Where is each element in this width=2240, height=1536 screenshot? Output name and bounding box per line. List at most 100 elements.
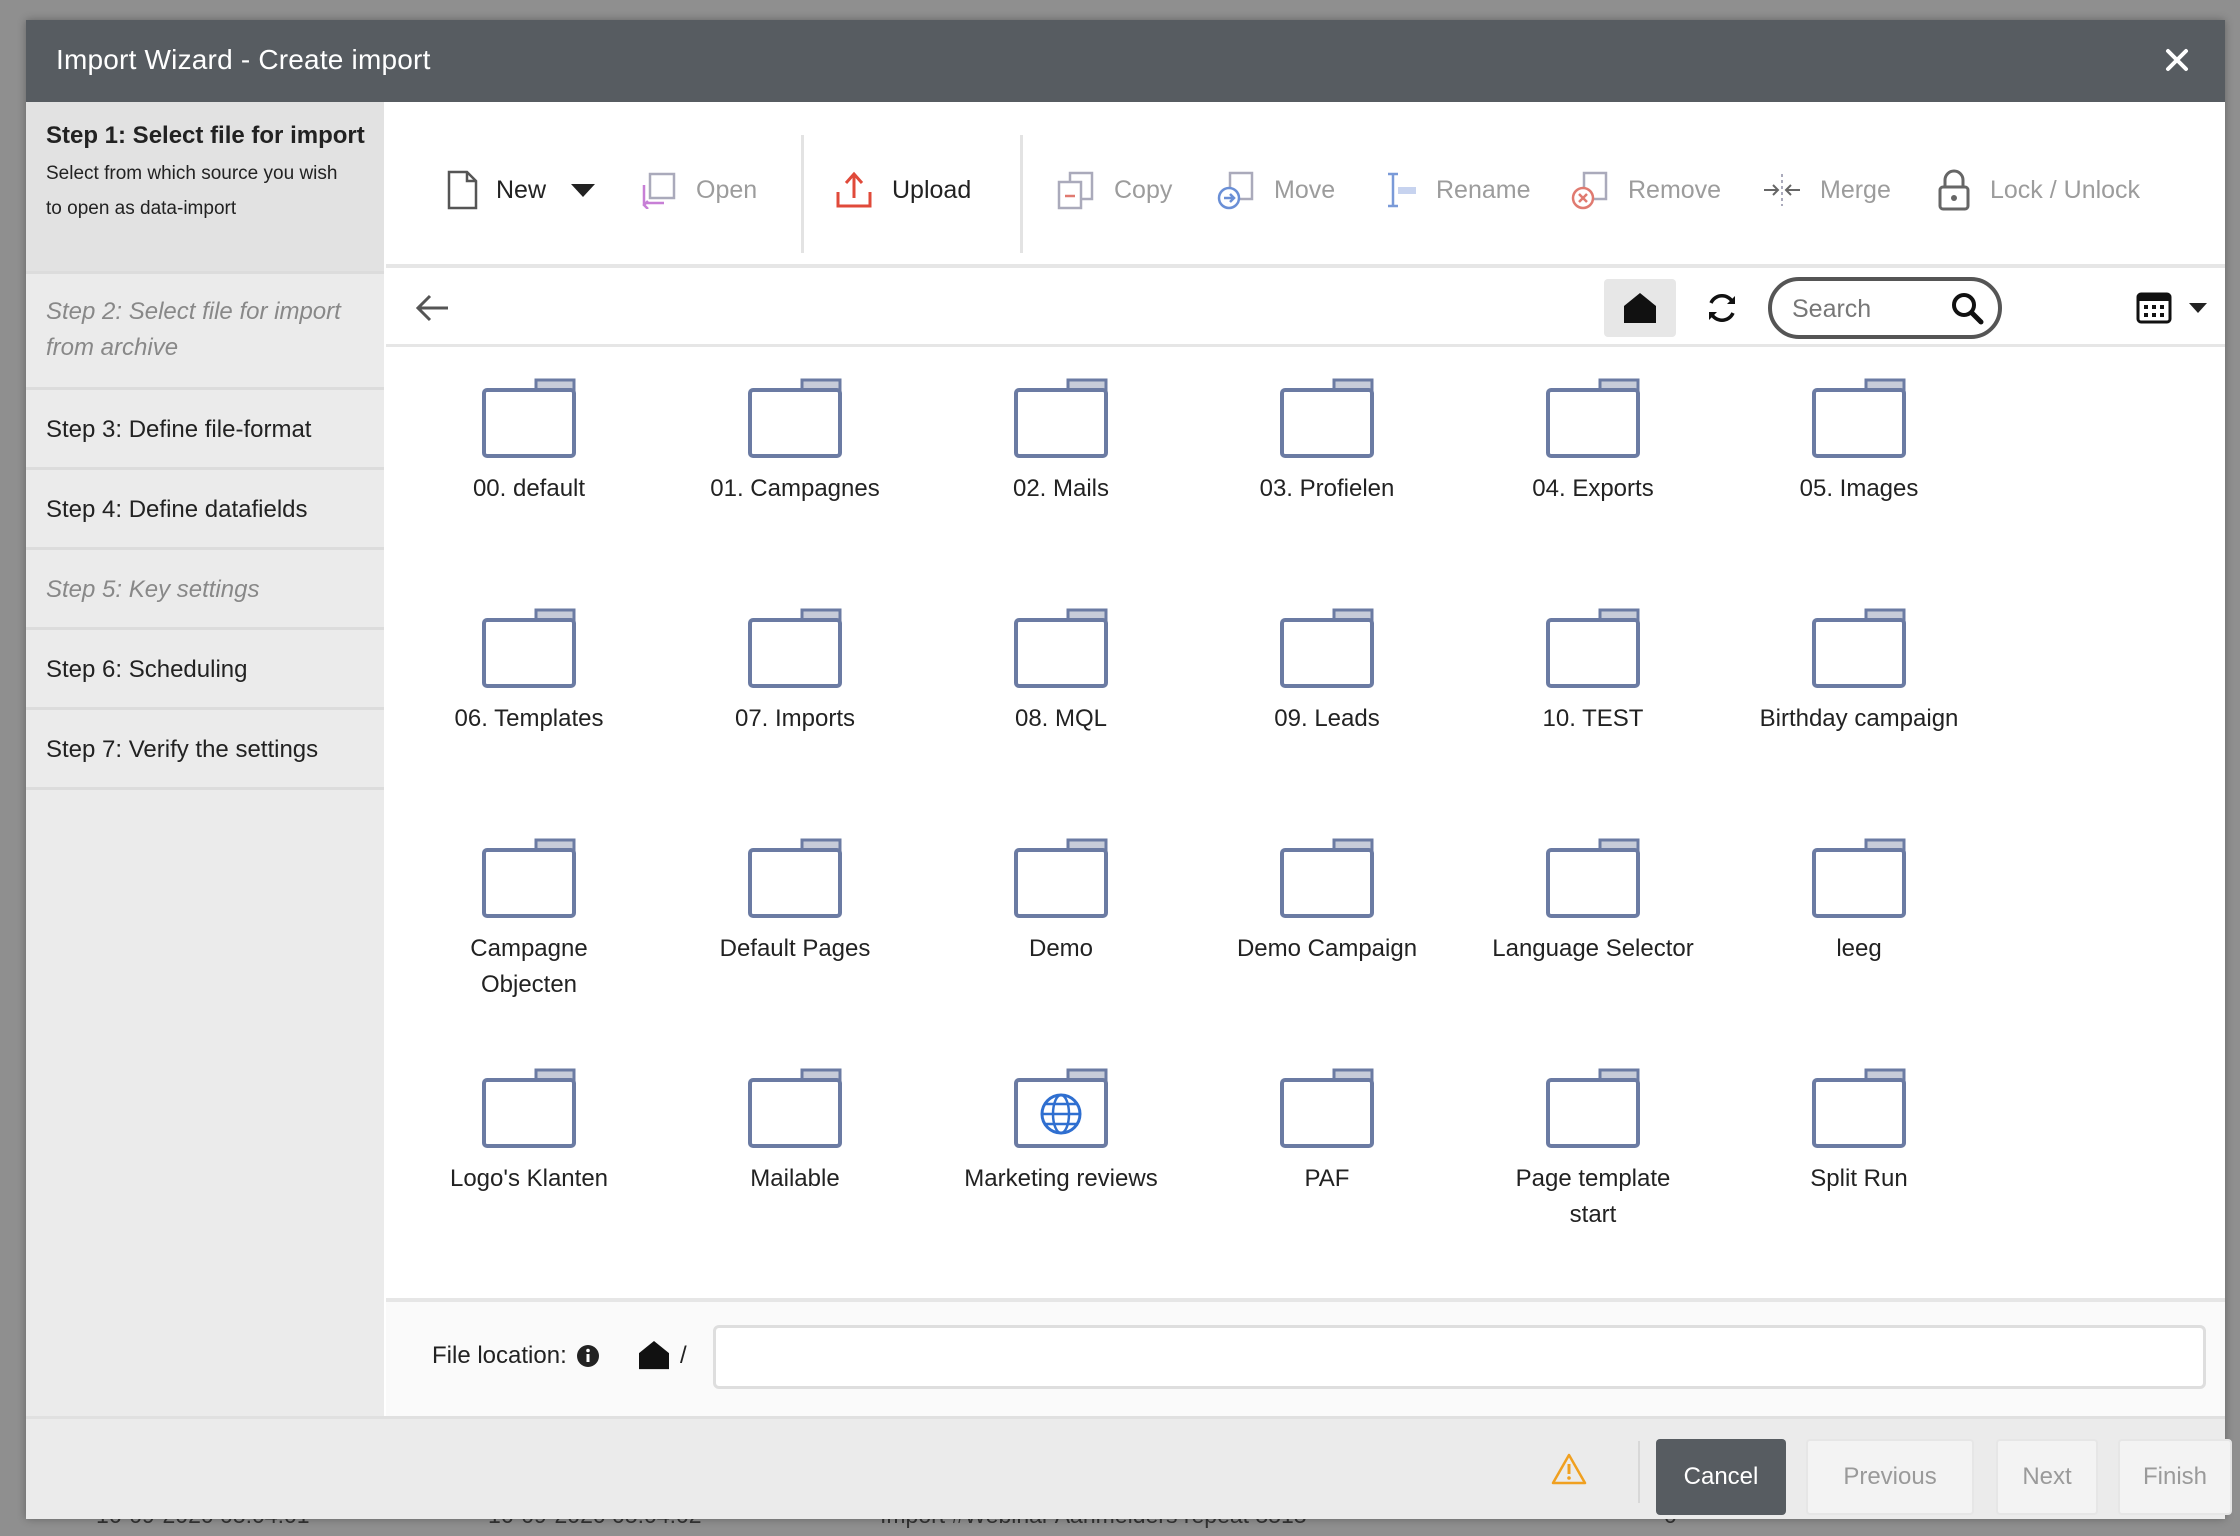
folder-icon bbox=[1280, 378, 1374, 458]
folder-icon bbox=[1014, 378, 1108, 458]
folder-name: Demo bbox=[1028, 935, 1094, 962]
wizard-steps-sidebar: Step 1: Select file for import Select fr… bbox=[26, 102, 384, 1416]
lock-unlock-button[interactable]: Lock / Unlock bbox=[1936, 169, 2140, 211]
folder-item[interactable]: Demo Campaign bbox=[1194, 837, 1460, 967]
home-icon bbox=[1624, 293, 1656, 323]
folder-name: 03. Profielen bbox=[1259, 475, 1395, 502]
folder-item[interactable]: 07. Imports bbox=[662, 607, 928, 737]
rename-button[interactable]: Rename bbox=[1378, 170, 1531, 210]
folder-item[interactable]: Demo bbox=[928, 837, 1194, 967]
folder-name: leeg bbox=[1836, 935, 1882, 962]
folder-icon bbox=[748, 1068, 842, 1148]
refresh-icon bbox=[1709, 294, 1735, 322]
folder-name: Campagne bbox=[470, 935, 588, 962]
file-browser: New Open Upload Copy Move Rename Remove … bbox=[386, 102, 2225, 1416]
globe-folder-icon bbox=[1014, 1068, 1108, 1148]
home-icon[interactable] bbox=[638, 1340, 670, 1370]
move-button[interactable]: Move bbox=[1216, 170, 1335, 210]
folder-item[interactable]: PAF bbox=[1194, 1067, 1460, 1197]
step-3[interactable]: Step 3: Define file-format bbox=[26, 390, 384, 470]
folder-name: PAF bbox=[1304, 1165, 1350, 1192]
toolbar-divider bbox=[801, 135, 804, 253]
remove-button[interactable]: Remove bbox=[1570, 170, 1721, 210]
folder-icon bbox=[1280, 608, 1374, 688]
folder-name: 07. Imports bbox=[734, 705, 856, 732]
toolbar-divider bbox=[1020, 135, 1023, 253]
folder-item[interactable]: 00. default bbox=[396, 377, 662, 507]
next-button[interactable]: Next bbox=[1996, 1439, 2098, 1515]
file-toolbar: New Open Upload Copy Move Rename Remove … bbox=[386, 102, 2225, 268]
finish-button[interactable]: Finish bbox=[2118, 1439, 2232, 1515]
folder-name: 05. Images bbox=[1799, 475, 1919, 502]
copy-icon bbox=[1057, 171, 1094, 210]
folder-item[interactable]: leeg bbox=[1726, 837, 1992, 967]
view-mode-button[interactable] bbox=[2136, 288, 2207, 328]
folder-item[interactable]: Page template start bbox=[1460, 1067, 1726, 1233]
step-4[interactable]: Step 4: Define datafields bbox=[26, 470, 384, 550]
refresh-button[interactable] bbox=[1702, 288, 1742, 328]
folder-item[interactable]: 01. Campagnes bbox=[662, 377, 928, 507]
chevron-down-icon bbox=[571, 184, 596, 197]
folder-icon bbox=[482, 838, 576, 918]
folder-item[interactable]: Marketing reviews bbox=[928, 1067, 1194, 1197]
folder-icon bbox=[1280, 1068, 1374, 1148]
step-6[interactable]: Step 6: Scheduling bbox=[26, 630, 384, 710]
folder-name: Language Selector bbox=[1492, 935, 1694, 962]
folder-icon bbox=[1812, 378, 1906, 458]
folder-name: 01. Campagnes bbox=[710, 475, 880, 502]
search-input[interactable] bbox=[1790, 291, 1964, 327]
file-location-input[interactable] bbox=[713, 1325, 2206, 1389]
folder-icon bbox=[1812, 1068, 1906, 1148]
home-button[interactable] bbox=[1604, 279, 1676, 337]
file-location-label: File location: bbox=[432, 1342, 567, 1369]
search-icon[interactable] bbox=[1950, 291, 1984, 325]
folder-item[interactable]: 04. Exports bbox=[1460, 377, 1726, 507]
folder-item[interactable]: 09. Leads bbox=[1194, 607, 1460, 737]
folder-item[interactable]: 08. MQL bbox=[928, 607, 1194, 737]
folder-name: Default Pages bbox=[719, 935, 871, 962]
lock-icon bbox=[1938, 169, 1970, 211]
folder-item[interactable]: 06. Templates bbox=[396, 607, 662, 737]
folder-item[interactable]: Language Selector bbox=[1460, 837, 1726, 967]
folder-name: 08. MQL bbox=[1014, 705, 1108, 732]
back-button[interactable] bbox=[412, 288, 452, 328]
folder-item[interactable]: 03. Profielen bbox=[1194, 377, 1460, 507]
folder-item[interactable]: 02. Mails bbox=[928, 377, 1194, 507]
folder-name: Logo's Klanten bbox=[449, 1165, 609, 1192]
merge-icon bbox=[1764, 174, 1800, 206]
folder-icon bbox=[1280, 838, 1374, 918]
step-1[interactable]: Step 1: Select file for import Select fr… bbox=[26, 102, 384, 274]
new-button[interactable]: New bbox=[446, 170, 596, 210]
folder-grid: 00. default 01. Campagnes 02. Mails 03. Pro… bbox=[386, 347, 2225, 1297]
previous-button[interactable]: Previous bbox=[1806, 1439, 1974, 1515]
folder-item[interactable]: Mailable bbox=[662, 1067, 928, 1197]
folder-name: 04. Exports bbox=[1532, 475, 1654, 502]
folder-name: Demo Campaign bbox=[1236, 935, 1418, 962]
upload-button[interactable]: Upload bbox=[834, 170, 971, 210]
folder-name: Mailable bbox=[750, 1165, 840, 1192]
copy-button[interactable]: Copy bbox=[1056, 170, 1172, 210]
merge-button[interactable]: Merge bbox=[1762, 170, 1891, 210]
folder-item[interactable]: Campagne Objecten bbox=[396, 837, 662, 1003]
file-location-bar: File location: / bbox=[386, 1298, 2225, 1416]
folder-item[interactable]: Logo's Klanten bbox=[396, 1067, 662, 1197]
folder-item[interactable]: Default Pages bbox=[662, 837, 928, 967]
folder-icon bbox=[1546, 608, 1640, 688]
folder-name: 02. Mails bbox=[1012, 475, 1110, 502]
folder-icon bbox=[748, 838, 842, 918]
step-7[interactable]: Step 7: Verify the settings bbox=[26, 710, 384, 790]
folder-item[interactable]: Split Run bbox=[1726, 1067, 1992, 1197]
folder-name: Page template bbox=[1515, 1165, 1671, 1192]
navigation-bar bbox=[386, 268, 2225, 347]
folder-item[interactable]: 05. Images bbox=[1726, 377, 1992, 507]
folder-item[interactable]: Birthday campaign bbox=[1726, 607, 1992, 737]
cancel-button[interactable]: Cancel bbox=[1656, 1439, 1786, 1515]
folder-item[interactable]: 10. TEST bbox=[1460, 607, 1726, 737]
warning-icon bbox=[1551, 1453, 1587, 1485]
open-button[interactable]: Open bbox=[640, 170, 757, 210]
wizard-button-bar: Cancel Previous Next Finish bbox=[26, 1416, 2232, 1519]
close-button[interactable] bbox=[2157, 40, 2197, 80]
folder-icon bbox=[1014, 838, 1108, 918]
info-icon[interactable] bbox=[576, 1344, 600, 1368]
arrow-left-icon bbox=[415, 294, 448, 322]
